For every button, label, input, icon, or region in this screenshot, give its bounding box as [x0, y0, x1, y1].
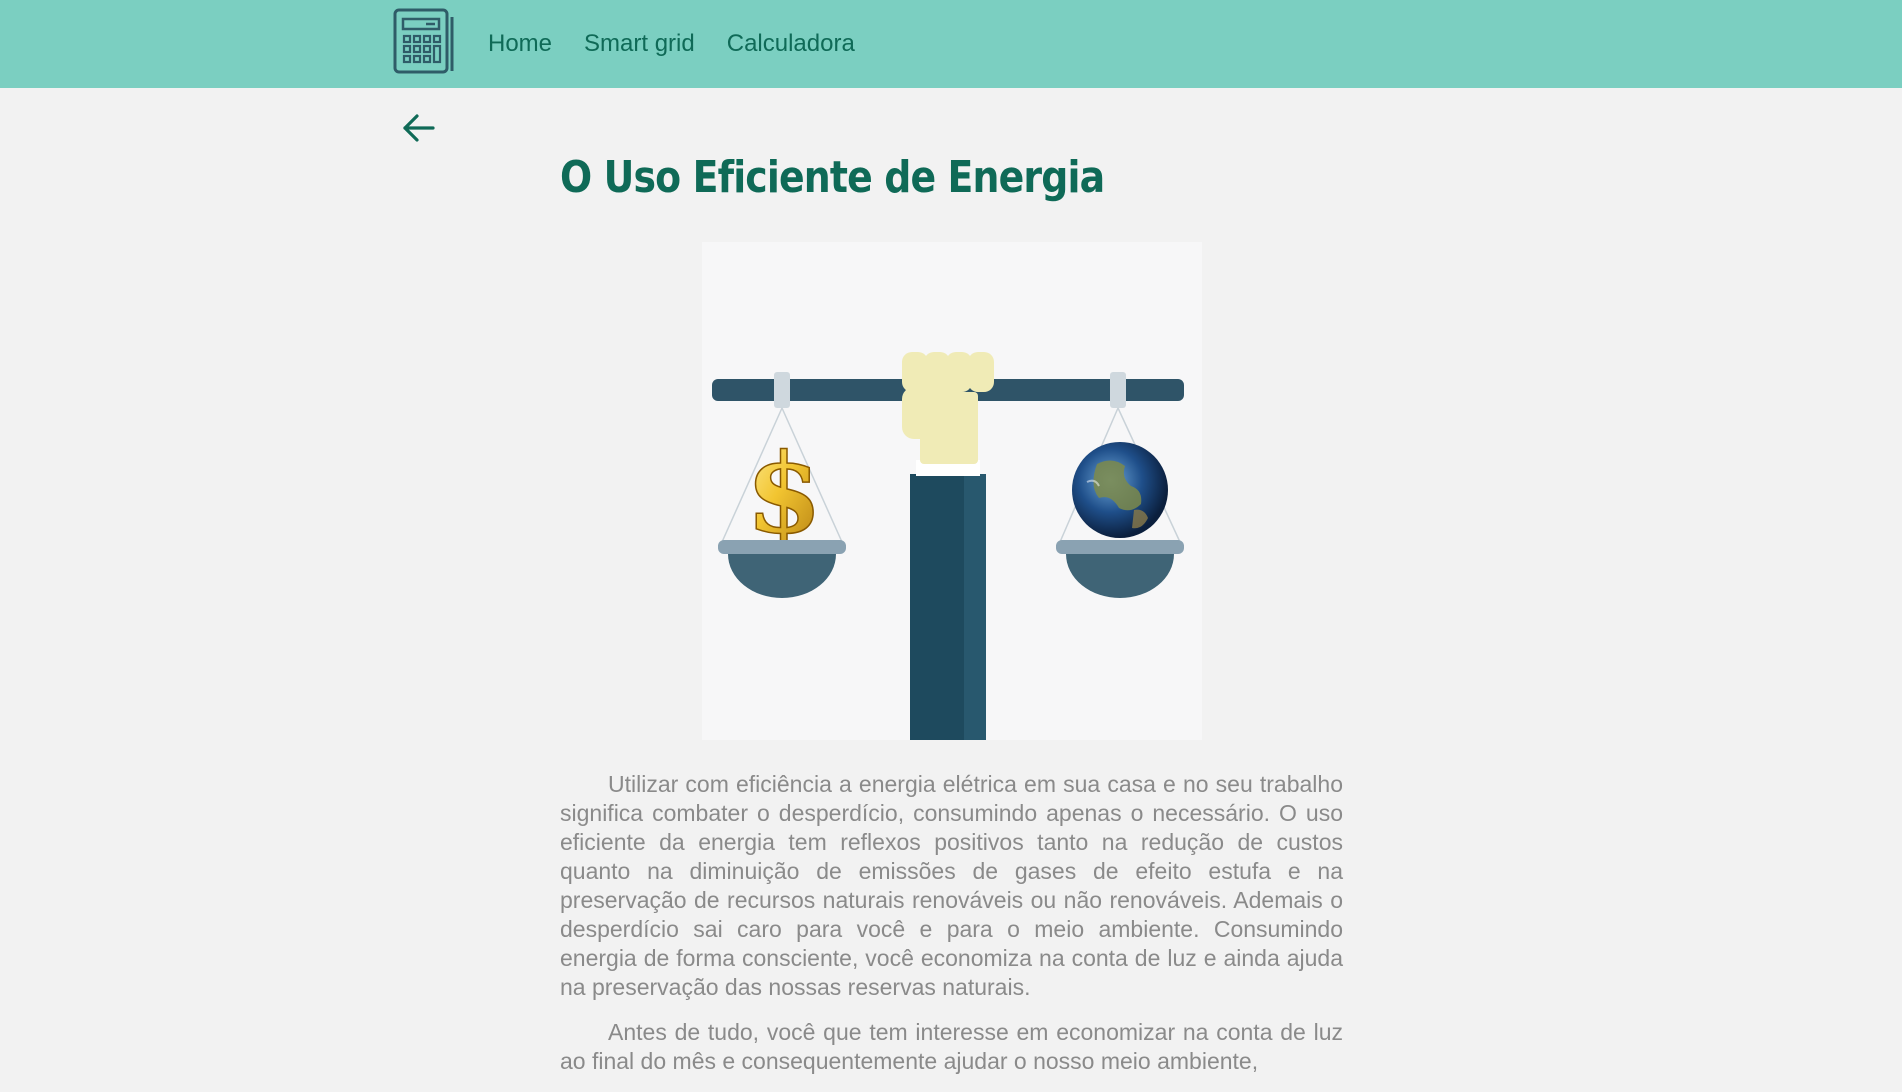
- nav-link-calculadora[interactable]: Calculadora: [727, 30, 855, 58]
- article-body: Utilizar com eficiência a energia elétri…: [560, 770, 1343, 1092]
- top-navbar: Home Smart grid Calculadora: [0, 0, 1902, 88]
- dollar-sign-icon: $: [746, 429, 823, 558]
- hand-holding-scale-icon: $: [712, 352, 1184, 740]
- page-title: O Uso Eficiente de Energia: [560, 152, 1105, 203]
- energy-balance-illustration: $: [702, 242, 1202, 740]
- nav-link-smart-grid[interactable]: Smart grid: [584, 30, 695, 58]
- paragraph: Utilizar com eficiência a energia elétri…: [560, 771, 1343, 1000]
- calculator-icon[interactable]: [392, 7, 456, 75]
- nav-links: Home Smart grid Calculadora: [488, 0, 887, 88]
- paragraph: Antes de tudo, você que tem interesse em…: [560, 1019, 1343, 1074]
- nav-link-home[interactable]: Home: [488, 30, 552, 58]
- arrow-left-icon[interactable]: [402, 112, 436, 144]
- globe-earth-icon: [1072, 442, 1168, 538]
